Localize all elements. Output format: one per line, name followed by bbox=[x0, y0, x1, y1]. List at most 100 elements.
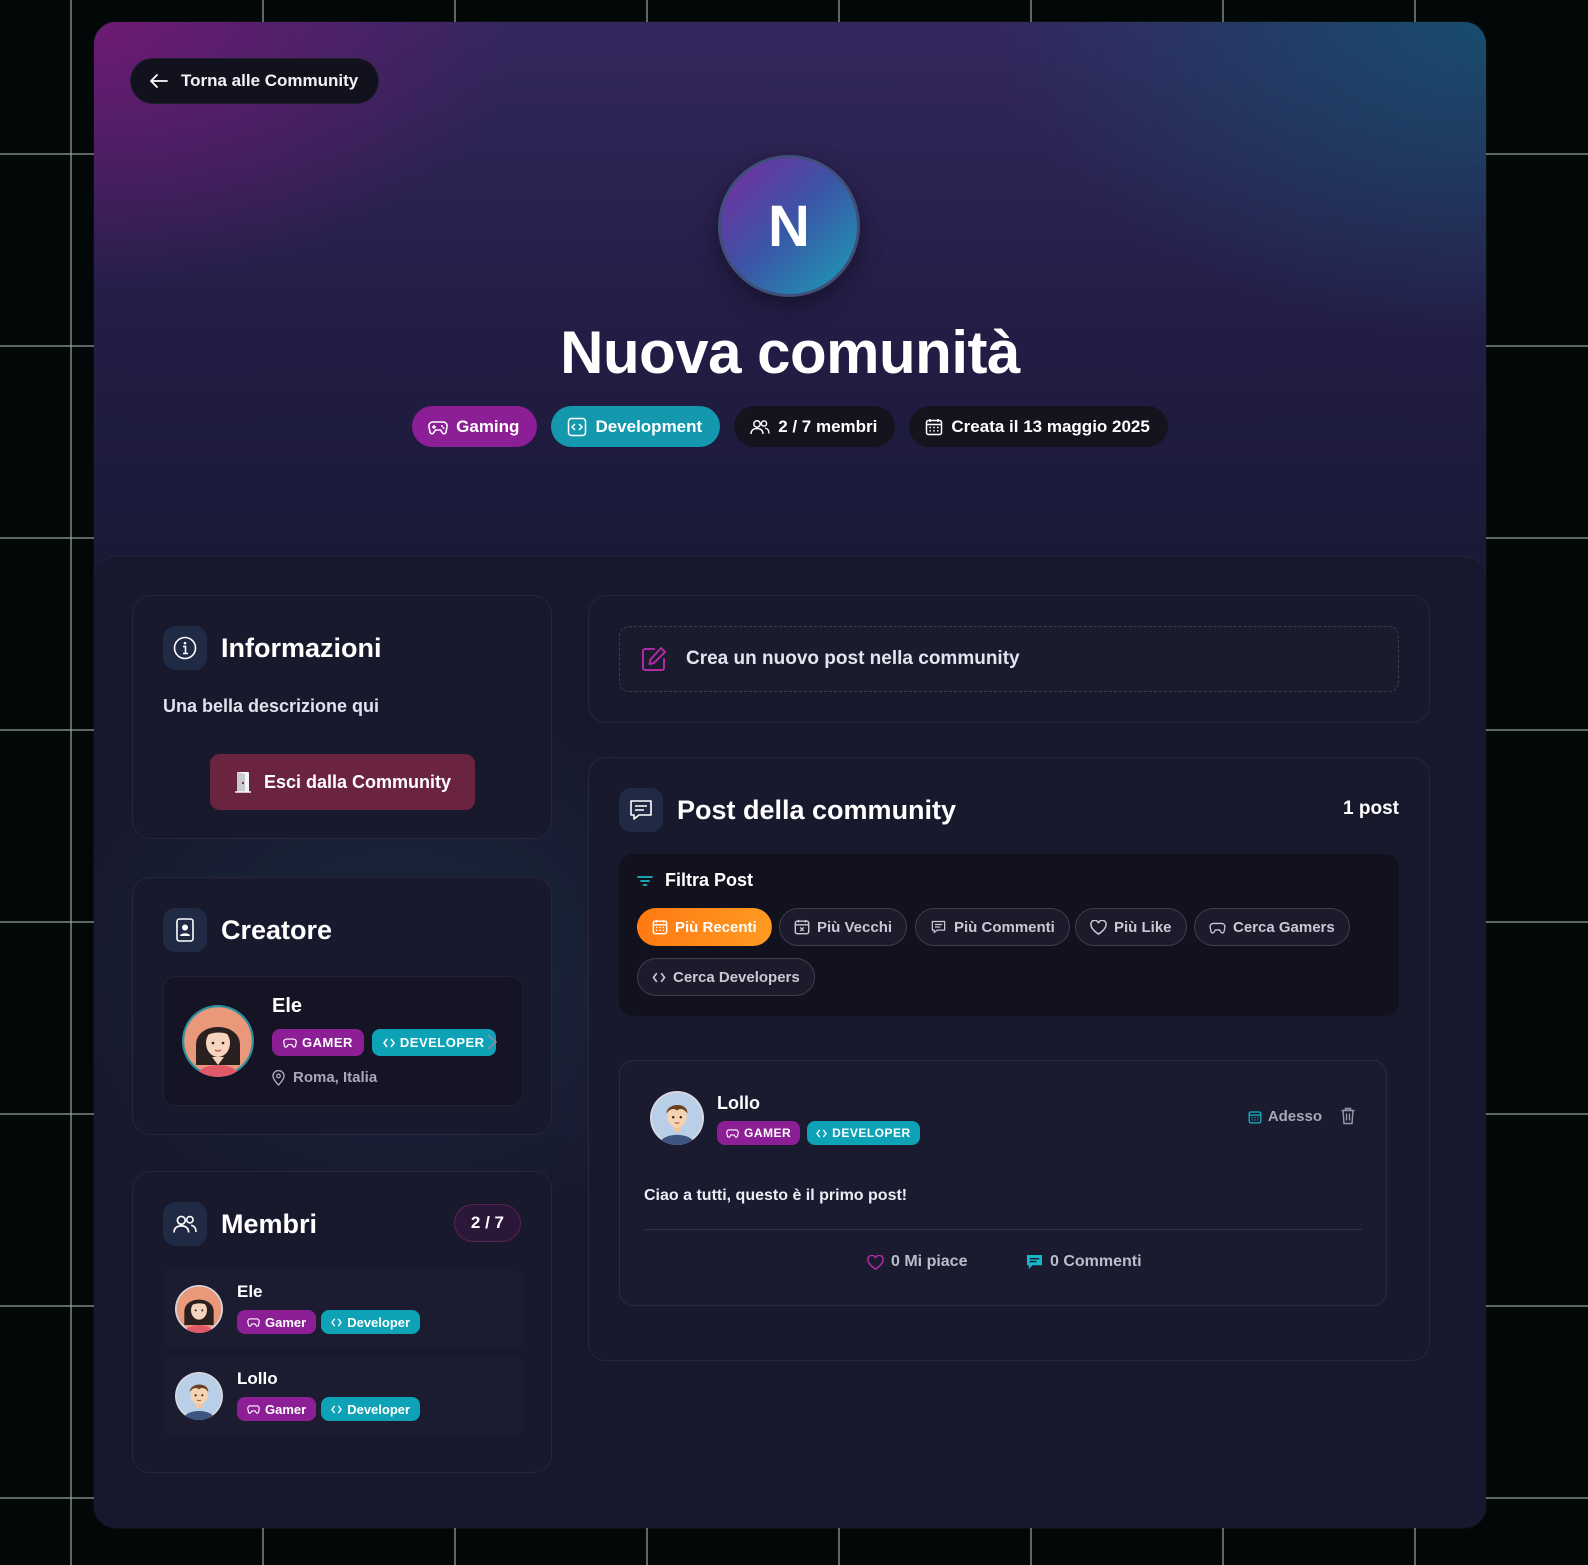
heart-icon bbox=[867, 1254, 884, 1270]
code-icon bbox=[382, 1038, 395, 1047]
community-avatar: N bbox=[718, 155, 860, 297]
hero-banner: Torna alle Community N Nuova comunità Ga… bbox=[94, 22, 1486, 582]
creator-card: Creatore Ele GAMER DEVELOPER Roma, Itali… bbox=[132, 877, 552, 1135]
filter-search-developers[interactable]: Cerca Developers bbox=[637, 958, 815, 996]
gamepad-icon bbox=[247, 1318, 260, 1327]
calendar-icon bbox=[1248, 1110, 1262, 1123]
filter-most-likes[interactable]: Più Like bbox=[1075, 908, 1187, 946]
posts-title: Post della community bbox=[677, 794, 957, 825]
calendar-icon bbox=[652, 919, 668, 935]
heart-icon bbox=[1090, 919, 1107, 935]
filter-label: Cerca Developers bbox=[673, 968, 800, 986]
post-author-avatar[interactable] bbox=[650, 1091, 704, 1145]
comments-button[interactable]: 0 Commenti bbox=[1026, 1253, 1142, 1271]
gamer-badge-label: Gamer bbox=[265, 1314, 307, 1330]
member-row[interactable]: Ele Gamer Developer bbox=[163, 1270, 523, 1348]
code-icon bbox=[331, 1317, 343, 1327]
gamepad-icon bbox=[283, 1038, 297, 1048]
door-icon bbox=[234, 772, 251, 793]
filter-most-recent[interactable]: Più Recenti bbox=[637, 908, 772, 946]
post-author-name[interactable]: Lollo bbox=[717, 1093, 760, 1114]
filter-icon bbox=[637, 875, 653, 886]
member-row[interactable]: Lollo Gamer Developer bbox=[163, 1357, 523, 1435]
post-card: Lollo GAMER DEVELOPER Adesso Ciao a tutt… bbox=[619, 1060, 1387, 1306]
users-icon bbox=[750, 419, 770, 434]
calendar-x-icon bbox=[794, 919, 810, 935]
code-icon bbox=[331, 1404, 343, 1414]
post-time-label: Adesso bbox=[1267, 1108, 1322, 1125]
member-name: Ele bbox=[237, 1282, 263, 1301]
post-text: Ciao a tutti, questo è il primo post! bbox=[644, 1187, 908, 1204]
creator-card-title: Creatore bbox=[163, 908, 332, 952]
filter-label: Più Like bbox=[1114, 918, 1172, 936]
filter-label: Più Recenti bbox=[675, 918, 757, 936]
developer-badge-label: Developer bbox=[347, 1314, 411, 1330]
filter-oldest[interactable]: Più Vecchi bbox=[779, 908, 908, 946]
members-chip: 2 / 7 membri bbox=[734, 406, 896, 447]
comment-icon bbox=[1026, 1254, 1043, 1270]
member-tags: Gamer Developer bbox=[237, 1397, 421, 1421]
new-post-placeholder: Crea un nuovo post nella community bbox=[686, 648, 1020, 669]
like-count-label: 0 Mi piace bbox=[891, 1253, 968, 1270]
developer-badge-label: DEVELOPER bbox=[832, 1126, 911, 1140]
filter-most-comments[interactable]: Più Commenti bbox=[915, 908, 1070, 946]
post-author-tags: GAMER DEVELOPER bbox=[717, 1121, 920, 1145]
info-card-title: Informazioni bbox=[163, 626, 382, 670]
composer-card: Crea un nuovo post nella community bbox=[588, 595, 1430, 723]
creator-avatar bbox=[182, 1005, 254, 1077]
code-icon bbox=[568, 417, 587, 436]
gamer-badge: GAMER bbox=[272, 1029, 364, 1056]
community-description: Una bella descrizione qui bbox=[163, 696, 380, 716]
trash-icon[interactable] bbox=[1340, 1107, 1356, 1125]
gamepad-icon bbox=[247, 1405, 260, 1414]
member-avatar bbox=[175, 1372, 223, 1420]
code-icon bbox=[652, 972, 666, 982]
member-avatar bbox=[175, 1285, 223, 1333]
code-icon bbox=[816, 1128, 828, 1138]
post-divider bbox=[644, 1229, 1362, 1230]
info-card: Informazioni Una bella descrizione qui E… bbox=[132, 595, 552, 839]
community-content: Informazioni Una bella descrizione qui E… bbox=[94, 556, 1486, 1528]
chevron-right-icon bbox=[487, 1034, 498, 1050]
like-button[interactable]: 0 Mi piace bbox=[867, 1253, 967, 1271]
id-badge-icon bbox=[163, 908, 207, 952]
community-title: Nuova comunità bbox=[560, 319, 1020, 386]
message-icon bbox=[931, 920, 946, 934]
filter-panel: Filtra Post Più Recenti Più Vecchi Più C… bbox=[619, 854, 1399, 1016]
members-card: Membri 2 / 7 Ele Gamer Developer Lollo G… bbox=[132, 1171, 552, 1473]
gamepad-icon bbox=[726, 1129, 739, 1138]
community-meta-chips: Gaming Development 2 / 7 membri Creata i… bbox=[94, 406, 1486, 447]
info-icon bbox=[163, 626, 207, 670]
leave-label: Esci dalla Community bbox=[263, 771, 452, 792]
development-chip: Development bbox=[551, 406, 721, 447]
members-card-title: Membri bbox=[163, 1202, 317, 1246]
filter-search-gamers[interactable]: Cerca Gamers bbox=[1194, 908, 1350, 946]
filter-title-label: Filtra Post bbox=[665, 870, 754, 890]
community-page: Torna alle Community N Nuova comunità Ga… bbox=[94, 22, 1486, 1528]
members-count-badge: 2 / 7 bbox=[453, 1204, 521, 1242]
calendar-icon bbox=[926, 418, 943, 435]
creator-title: Creatore bbox=[221, 914, 333, 945]
creator-tags: GAMER DEVELOPER bbox=[272, 1029, 496, 1056]
location-label: Roma, Italia bbox=[293, 1069, 378, 1086]
map-pin-icon bbox=[272, 1069, 285, 1086]
filter-label: Più Vecchi bbox=[817, 918, 893, 936]
developer-badge-label: Developer bbox=[347, 1401, 411, 1417]
filter-label: Più Commenti bbox=[954, 918, 1055, 936]
created-date-label: Creata il 13 maggio 2025 bbox=[951, 416, 1150, 436]
developer-badge: Developer bbox=[321, 1397, 421, 1421]
member-name: Lollo bbox=[237, 1369, 278, 1388]
leave-community-button[interactable]: Esci dalla Community bbox=[210, 754, 475, 810]
developer-badge: Developer bbox=[321, 1310, 421, 1334]
creator-profile-card[interactable]: Ele GAMER DEVELOPER Roma, Italia bbox=[163, 976, 523, 1106]
gamer-badge: Gamer bbox=[237, 1397, 317, 1421]
new-post-input[interactable]: Crea un nuovo post nella community bbox=[619, 626, 1399, 692]
gamepad-icon bbox=[428, 420, 448, 434]
member-tags: Gamer Developer bbox=[237, 1310, 421, 1334]
gaming-chip-label: Gaming bbox=[456, 416, 520, 436]
back-label: Torna alle Community bbox=[181, 71, 359, 90]
back-to-communities-button[interactable]: Torna alle Community bbox=[130, 58, 380, 104]
creator-location: Roma, Italia bbox=[272, 1069, 377, 1086]
users-icon bbox=[163, 1202, 207, 1246]
gaming-chip: Gaming bbox=[412, 406, 538, 447]
